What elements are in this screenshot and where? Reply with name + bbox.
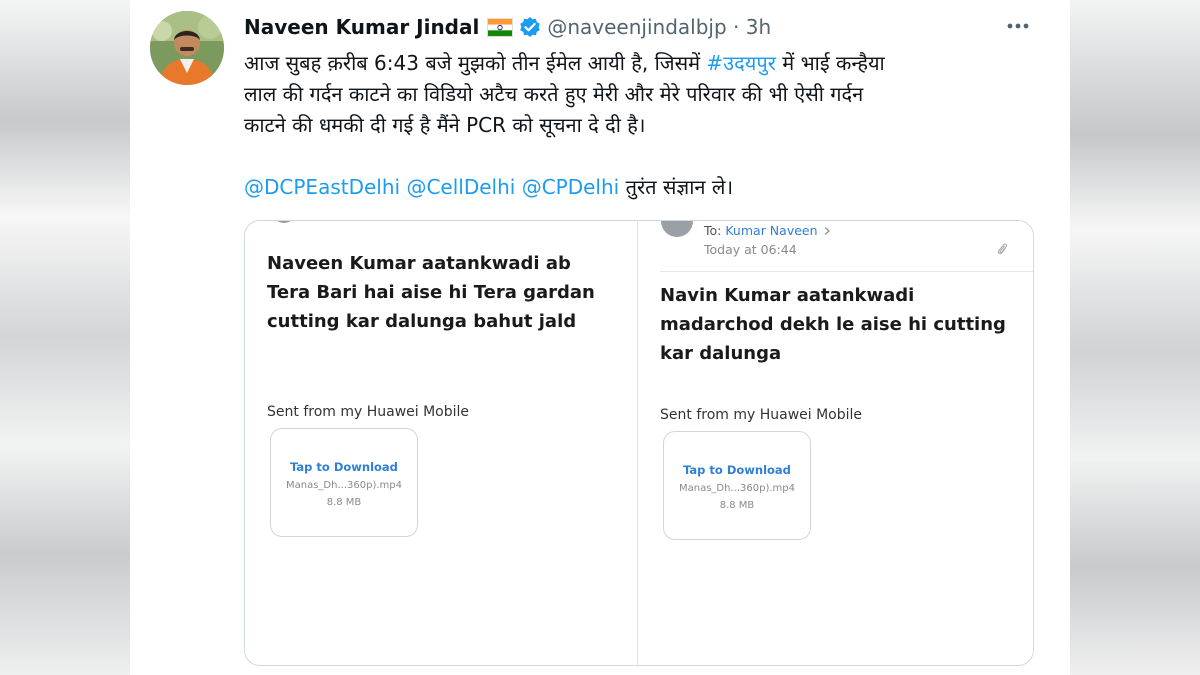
mention-link[interactable]: @CPDelhi (522, 175, 620, 199)
attachment-size: 8.8 MB (719, 500, 755, 511)
tweet-line: आज सुबह क़रीब 6:43 बजे मुझको तीन ईमेल आय… (244, 48, 1044, 79)
email-time: Today at 06:44 (704, 242, 797, 257)
email-message: Naveen Kumar aatankwadi ab Tera Bari hai… (267, 253, 595, 332)
hashtag-link[interactable]: #उदयपुर (706, 51, 775, 75)
tweet-card[interactable]: Naveen Kumar Jindal @naveenjindalbjp · 3… (130, 0, 1070, 675)
header-divider (660, 271, 1033, 272)
email-recipient: To: Kumar Naveen (704, 223, 832, 238)
text-segment: में भाई कन्हैया (775, 51, 885, 75)
chevron-right-icon[interactable] (822, 226, 832, 236)
tweet-line: @DCPEastDelhi @CellDelhi @CPDelhi तुरंत … (244, 172, 1044, 203)
text-segment: लाल की गर्दन काटने का विडियो अटैच करते ह… (244, 82, 864, 106)
sent-from-text: Sent from my Huawei Mobile (660, 407, 863, 423)
text-segment: तुरंत संज्ञान ले। (619, 175, 734, 199)
tweet-line: लाल की गर्दन काटने का विडियो अटैच करते ह… (244, 79, 1044, 110)
email-message: Navin Kumar aatankwadi madarchod dekh le… (660, 285, 1006, 364)
tweet-line: काटने की धमकी दी गई है मैंने PCR को सूचन… (244, 110, 1044, 141)
email-screenshot-left[interactable]: Naveen Kumar aatankwadi ab Tera Bari hai… (245, 221, 638, 665)
verified-badge-icon (520, 17, 541, 37)
tweet-media-grid[interactable]: Naveen Kumar aatankwadi ab Tera Bari hai… (244, 220, 1034, 666)
tap-to-download-link[interactable]: Tap to Download (664, 463, 810, 477)
background-right (1070, 0, 1200, 675)
text-segment: आज सुबह क़रीब 6:43 बजे मुझको तीन ईमेल आय… (244, 51, 707, 75)
video-attachment[interactable]: Tap to Download Manas_Dh...360p).mp4 8.8… (270, 428, 418, 537)
author-handle-time[interactable]: @naveenjindalbjp · 3h (547, 15, 771, 39)
author-avatar[interactable] (150, 11, 224, 85)
background-left (0, 0, 130, 675)
paperclip-icon (997, 243, 1007, 255)
attachment-size: 8.8 MB (326, 497, 362, 508)
attachment-filename: Manas_Dh...360p).mp4 (679, 483, 795, 494)
mention-link[interactable]: @CellDelhi (406, 175, 515, 199)
to-label: To: (704, 223, 722, 238)
recipient-name[interactable]: Kumar Naveen (725, 223, 817, 238)
author-name[interactable]: Naveen Kumar Jindal (244, 15, 479, 39)
sent-from-text: Sent from my Huawei Mobile (267, 404, 470, 420)
text-segment: काटने की धमकी दी गई है मैंने PCR को सूचन… (244, 113, 646, 137)
sender-avatar-icon (277, 221, 291, 223)
tap-to-download-link[interactable]: Tap to Download (271, 460, 417, 474)
mention-link[interactable]: @DCPEastDelhi (244, 175, 400, 199)
more-options-icon[interactable] (1006, 16, 1030, 36)
attachment-filename: Manas_Dh...360p).mp4 (286, 480, 402, 491)
tweet-text: आज सुबह क़रीब 6:43 बजे मुझको तीन ईमेल आय… (244, 48, 1044, 203)
india-flag-icon (487, 17, 514, 37)
sender-avatar-icon (661, 221, 693, 237)
email-screenshot-right[interactable]: To: Kumar Naveen Today at 06:44 Navin Ku… (638, 221, 1033, 665)
video-attachment[interactable]: Tap to Download Manas_Dh...360p).mp4 8.8… (663, 431, 811, 540)
tweet-header: Naveen Kumar Jindal @naveenjindalbjp · 3… (244, 12, 771, 42)
